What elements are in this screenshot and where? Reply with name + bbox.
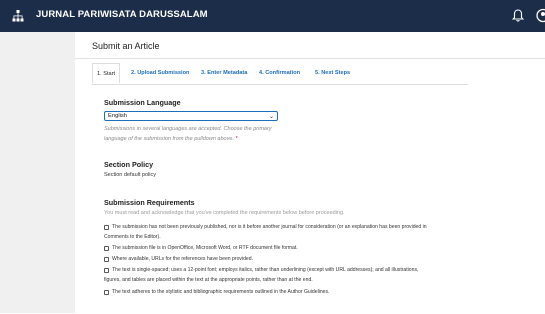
requirement-checkbox-3[interactable] [104,257,109,262]
requirement-2-line1: The submission file is in OpenOffice, Mi… [112,245,298,251]
tab-enter-metadata[interactable]: 3. Enter Metadata [201,63,247,83]
requirement-5-line1: The text adheres to the stylistic and bi… [112,289,330,295]
journal-title[interactable]: JURNAL PARIWISATA DARUSSALAM [36,9,208,20]
section-policy-text: Section default policy [104,172,156,178]
requirement-checkbox-2[interactable] [104,246,109,251]
language-help-line2: language of the submission from the pull… [104,136,238,142]
requirement-1-line2: Comments to the Editor). [104,234,161,240]
bell-icon[interactable] [511,8,525,23]
sitemap-icon[interactable] [11,9,25,23]
requirement-4-line1: The text is single-spaced; uses a 12-poi… [112,267,419,273]
language-help-line1: Submissions in several languages are acc… [104,126,272,132]
requirement-1-line1: The submission has not been previously p… [112,224,427,230]
required-mark: * [235,136,238,142]
requirement-checkbox-4[interactable] [104,268,109,273]
top-navbar: JURNAL PARIWISATA DARUSSALAM [0,0,545,32]
requirement-3-line1: Where available, URLs for the references… [112,256,254,262]
requirement-checkbox-1[interactable] [104,225,109,230]
sidebar [0,32,75,313]
user-icon[interactable] [536,8,545,23]
chevron-down-icon: ⌄ [268,114,274,120]
wizard-tabs: 1. Start 2. Upload Submission 3. Enter M… [92,63,472,83]
tab-start[interactable]: 1. Start [92,63,121,83]
requirement-checkbox-5[interactable] [104,290,109,295]
tab-upload-submission[interactable]: 2. Upload Submission [131,63,189,83]
requirements-intro: You must read and acknowledge that you'v… [104,210,345,216]
requirement-4-line2: figures, and tables are placed within th… [104,277,313,283]
section-policy-label: Section Policy [104,160,154,169]
language-select[interactable]: English ⌄ [104,111,278,121]
requirements-label: Submission Requirements [104,198,195,207]
tab-confirmation[interactable]: 4. Confirmation [259,63,300,83]
tab-next-steps[interactable]: 5. Next Steps [315,63,350,83]
divider [75,58,545,59]
page-title: Submit an Article [92,41,160,51]
language-label: Submission Language [104,98,181,107]
language-selected-value: English [108,113,128,119]
